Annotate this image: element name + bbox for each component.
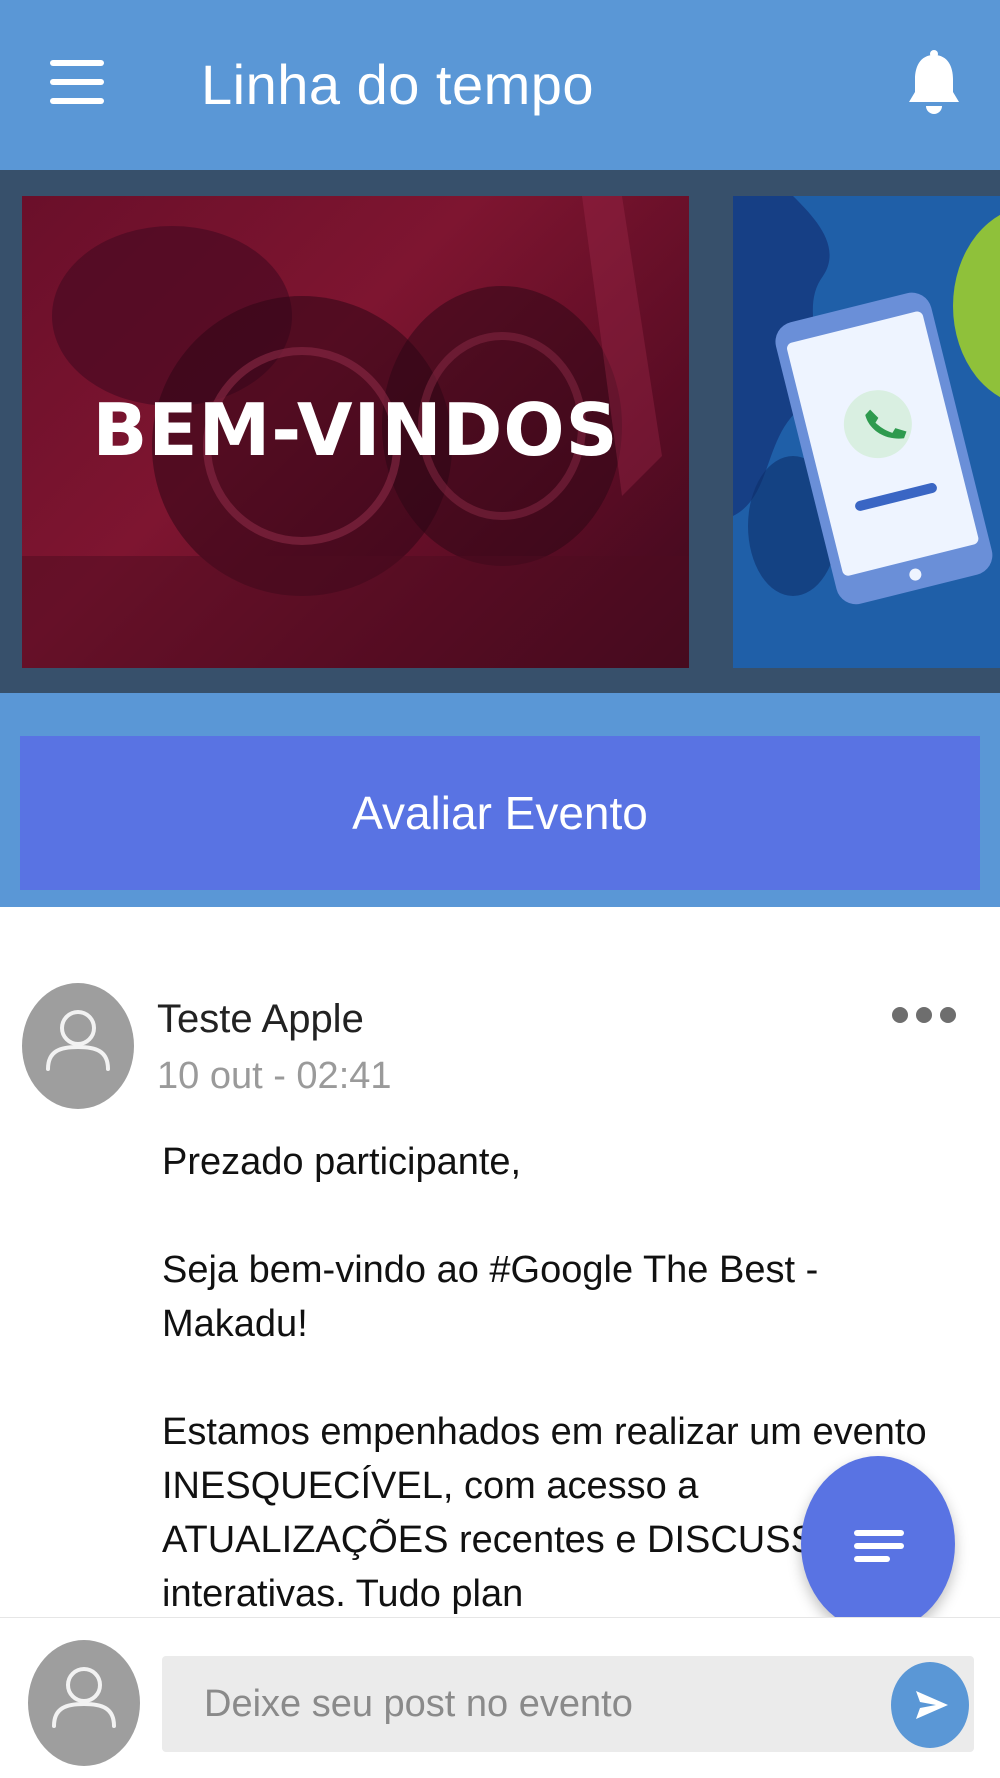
author-avatar[interactable] [22,983,134,1109]
post-paragraph: Prezado participante, [162,1141,522,1183]
welcome-banner[interactable]: BEM-VINDOS [22,196,689,668]
send-icon [916,1691,948,1719]
filter-fab-button[interactable] [801,1456,955,1632]
page-title: Linha do tempo [201,53,595,116]
user-avatar [28,1640,140,1766]
bell-icon[interactable] [908,48,960,118]
post-composer [0,1617,1000,1778]
person-icon [46,1010,110,1071]
rate-event-button[interactable]: Avaliar Evento [20,736,980,890]
post-timestamp: 10 out - 02:41 [157,1055,392,1097]
phone-call-icon [733,196,1000,668]
filter-lines-icon [854,1530,904,1562]
hamburger-menu-icon[interactable] [50,60,106,104]
banner-carousel[interactable]: BEM-VINDOS [0,170,1000,693]
post-author[interactable]: Teste Apple [157,997,364,1042]
more-horizontal-icon[interactable] [892,1003,956,1027]
send-button[interactable] [891,1662,969,1748]
post-input[interactable] [162,1656,974,1752]
person-icon [52,1667,116,1728]
phone-banner[interactable] [733,196,1000,668]
app-bar: Linha do tempo [0,0,1000,170]
rate-event-section: Avaliar Evento [0,693,1000,907]
welcome-banner-text: BEM-VINDOS [92,388,619,472]
post-paragraph: Seja bem-vindo ao #Google The Best - Mak… [162,1249,819,1345]
